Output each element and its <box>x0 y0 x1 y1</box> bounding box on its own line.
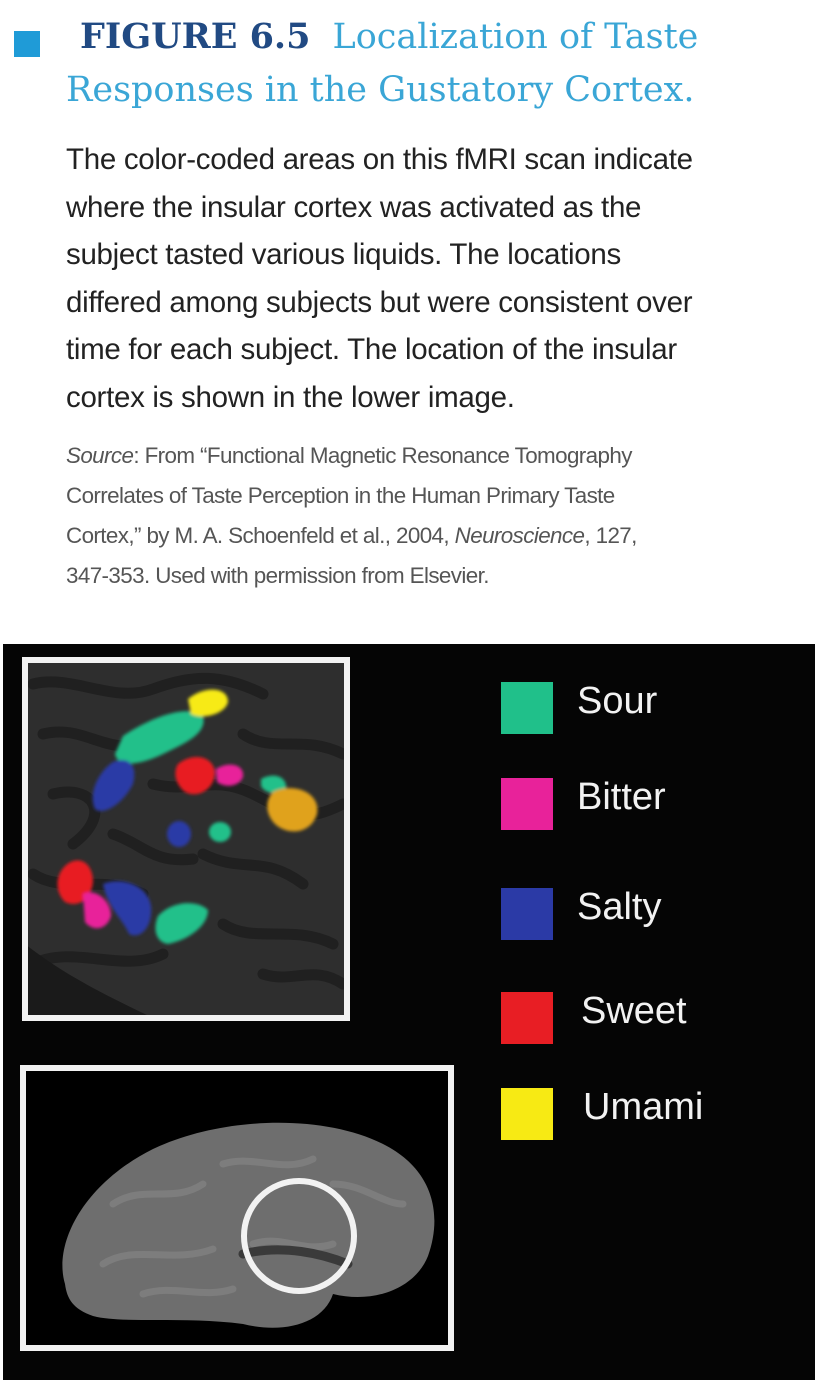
source-line: Cortex,” by M. A. Schoenfeld et al., 200… <box>66 516 801 556</box>
caption-line: time for each subject. The location of t… <box>66 333 677 367</box>
figure-label: FIGURE 6.5 <box>80 16 311 57</box>
figure-title-part-1: Localization of Taste <box>332 17 699 57</box>
legend-item-bitter: Bitter <box>501 770 801 830</box>
salty-activation <box>167 821 191 847</box>
figure-title-line-1: FIGURE 6.5 Localization of Taste <box>80 16 698 57</box>
legend-label-umami: Umami <box>583 1086 704 1128</box>
caption-line: subject tasted various liquids. The loca… <box>66 238 621 272</box>
figure-title-part-2: Responses in the Gustatory Cortex. <box>66 70 695 110</box>
legend-swatch-sweet <box>501 992 553 1044</box>
legend-item-salty: Salty <box>501 880 801 940</box>
source-line: Source: From “Functional Magnetic Resona… <box>66 436 801 476</box>
figure-marker-icon <box>14 31 40 57</box>
source-line: 347-353. Used with permission from Elsev… <box>66 563 489 588</box>
legend-swatch-umami <box>501 1088 553 1140</box>
source-credit: Source: From “Functional Magnetic Resona… <box>66 436 801 596</box>
source-text: Cortex,” by M. A. Schoenfeld et al., 200… <box>66 523 455 548</box>
legend-label-bitter: Bitter <box>577 776 666 818</box>
legend-item-umami: Umami <box>501 1080 801 1140</box>
legend-swatch-sour <box>501 682 553 734</box>
source-line: Correlates of Taste Perception in the Hu… <box>66 483 615 508</box>
caption-line: where the insular cortex was activated a… <box>66 190 642 224</box>
journal-name: Neuroscience <box>454 523 585 548</box>
insula-closeup-image <box>25 660 347 1018</box>
legend-swatch-bitter <box>501 778 553 830</box>
source-text: , 127, <box>584 523 637 548</box>
legend-item-sour: Sour <box>501 674 801 734</box>
legend-swatch-salty <box>501 888 553 940</box>
legend-label-sweet: Sweet <box>581 990 687 1032</box>
legend-label-sour: Sour <box>577 680 658 722</box>
source-label: Source <box>66 443 134 468</box>
sour-activation <box>209 822 231 842</box>
caption-line: differed among subjects but were consist… <box>66 285 693 319</box>
caption-line: cortex is shown in the lower image. <box>66 380 515 414</box>
caption-line: The color-coded areas on this fMRI scan … <box>66 143 693 176</box>
source-text: : From “Functional Magnetic Resonance To… <box>133 443 632 468</box>
legend-item-sweet: Sweet <box>501 984 801 1044</box>
fmri-figure-panel: Sour Bitter Salty Sweet Umami <box>3 644 815 1380</box>
legend-label-salty: Salty <box>577 886 662 928</box>
figure-caption: The color-coded areas on this fMRI scan … <box>66 136 801 422</box>
